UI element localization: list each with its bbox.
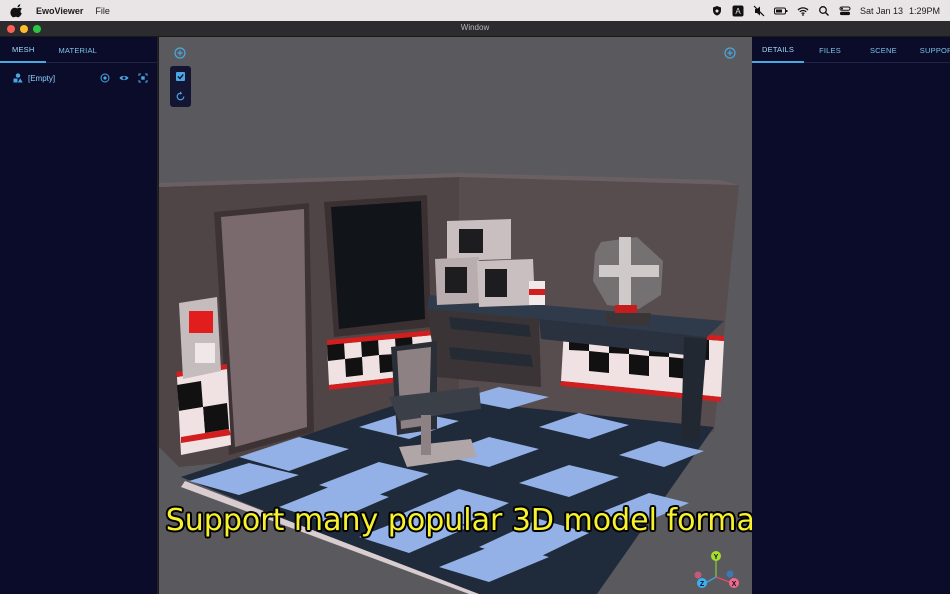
search-icon[interactable] [818,5,830,17]
window-title: Window [460,23,490,32]
tab-support[interactable]: SUPPORT [910,37,950,63]
tab-mesh[interactable]: MESH [0,37,47,63]
left-panel: MESH MATERIAL [Empty] [0,37,158,594]
app-name-menu[interactable]: EwoViewer [36,6,83,16]
file-menu[interactable]: File [95,6,110,16]
focus-icon[interactable] [138,73,148,83]
promo-caption: Support many popular 3D model formats [165,503,752,538]
menubar-time: 1:29PM [908,5,940,16]
svg-text:A: A [735,7,741,16]
3d-viewport[interactable]: Support many popular 3D model formats Y … [159,37,752,594]
menubar-clock[interactable]: Sat Jan 13 1:29PM [860,6,940,16]
right-panel: DETAILS FILES SCENE SUPPORT [752,37,950,594]
window-titlebar[interactable]: Window [0,21,950,37]
battery-icon[interactable] [773,5,788,17]
add-icon[interactable] [174,47,186,59]
mesh-shapes-icon [13,73,23,83]
menubar-date: Sat Jan 13 [859,5,903,16]
y-axis-label: Y [714,554,719,561]
control-center-icon[interactable] [839,5,851,17]
tab-material[interactable]: MATERIAL [46,37,109,63]
info-icon[interactable] [724,47,736,59]
tab-details[interactable]: DETAILS [752,37,805,63]
right-panel-tabs: DETAILS FILES SCENE SUPPORT [752,37,950,63]
checkbox-icon[interactable] [175,71,186,82]
left-panel-tabs: MESH MATERIAL [0,37,157,63]
vpn-icon[interactable] [711,5,723,17]
rotate-icon[interactable] [175,91,186,102]
mesh-list-item[interactable]: [Empty] [0,68,157,88]
input-source-icon[interactable]: A [732,5,744,17]
x-axis-label: X [732,581,737,588]
mute-icon[interactable] [753,5,765,17]
menu-bar: EwoViewer File A Sat Jan 13 1:29PM [0,0,950,21]
tab-files[interactable]: FILES [809,37,851,63]
visibility-eye-icon[interactable] [119,73,129,83]
viewport-toolbox [170,66,191,107]
mesh-item-actions [100,73,157,83]
tab-scene[interactable]: SCENE [860,37,907,63]
apple-icon[interactable] [10,3,24,18]
material-icon[interactable] [100,73,110,83]
axis-gizmo[interactable]: Y Z X [694,549,744,594]
z-axis-label: Z [700,581,705,588]
status-area: A Sat Jan 13 1:29PM [711,0,940,21]
mesh-item-label: [Empty] [28,73,56,83]
wifi-icon[interactable] [797,5,809,17]
